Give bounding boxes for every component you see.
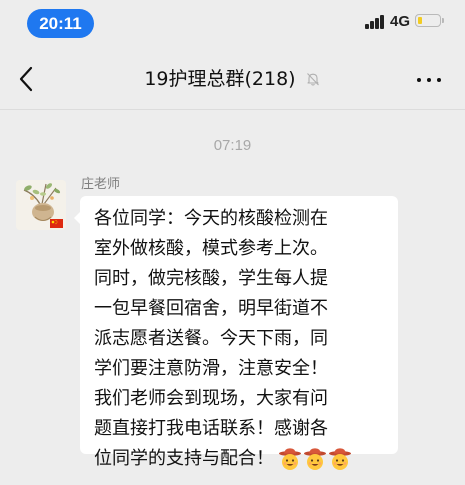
cowboy-hat-face-emoji-icon (279, 448, 301, 470)
battery-cap (442, 18, 444, 23)
message-line: 派志愿者送餐。今天下雨，同 (94, 328, 328, 349)
sender-avatar[interactable] (16, 180, 66, 230)
more-options-button[interactable] (414, 70, 444, 90)
message-line-text: 位同学的支持与配合！ (94, 448, 274, 469)
message-timestamp: 07:19 (213, 137, 252, 154)
battery-icon (415, 14, 441, 27)
battery-level (417, 16, 422, 24)
chat-title-area: 19护理总群(218) (110, 62, 355, 96)
more-dots-icon (417, 78, 421, 82)
network-type: 4G (390, 13, 411, 30)
bell-muted-icon (306, 73, 319, 86)
message-line: 一包早餐回宿舍，明早街道不 (94, 298, 328, 319)
chat-title: 19护理总群(218) (144, 68, 296, 90)
signal-strength-icon (365, 15, 385, 29)
emoji-group (278, 447, 353, 471)
status-bar: 20:11 4G (0, 0, 465, 48)
message-line: 题直接打我电话联系！感谢各 (94, 418, 328, 439)
message-line-last: 位同学的支持与配合！ (94, 444, 394, 474)
teacher-avatar-with-flag (16, 180, 66, 230)
header-divider (0, 109, 465, 110)
cowboy-hat-face-emoji-icon (304, 448, 326, 470)
sender-name[interactable]: 庄老师 (81, 176, 120, 194)
message-line: 室外做核酸，模式参考上次。 (94, 238, 328, 259)
message-line: 各位同学：今天的核酸检测在 (94, 208, 328, 229)
chat-header: 19护理总群(218) (0, 48, 465, 110)
message-bubble[interactable]: 各位同学：今天的核酸检测在 室外做核酸，模式参考上次。 同时，做完核酸，学生每人… (80, 196, 398, 470)
message-line: 学们要注意防滑，注意安全！ (94, 358, 328, 379)
message-line: 我们老师会到现场，大家有问 (94, 388, 328, 409)
status-time: 20:11 (27, 9, 94, 38)
cowboy-hat-face-emoji-icon (329, 448, 351, 470)
back-button[interactable] (14, 64, 42, 94)
message-line: 同时，做完核酸，学生每人提 (94, 268, 328, 289)
chevron-left-icon (19, 66, 33, 92)
